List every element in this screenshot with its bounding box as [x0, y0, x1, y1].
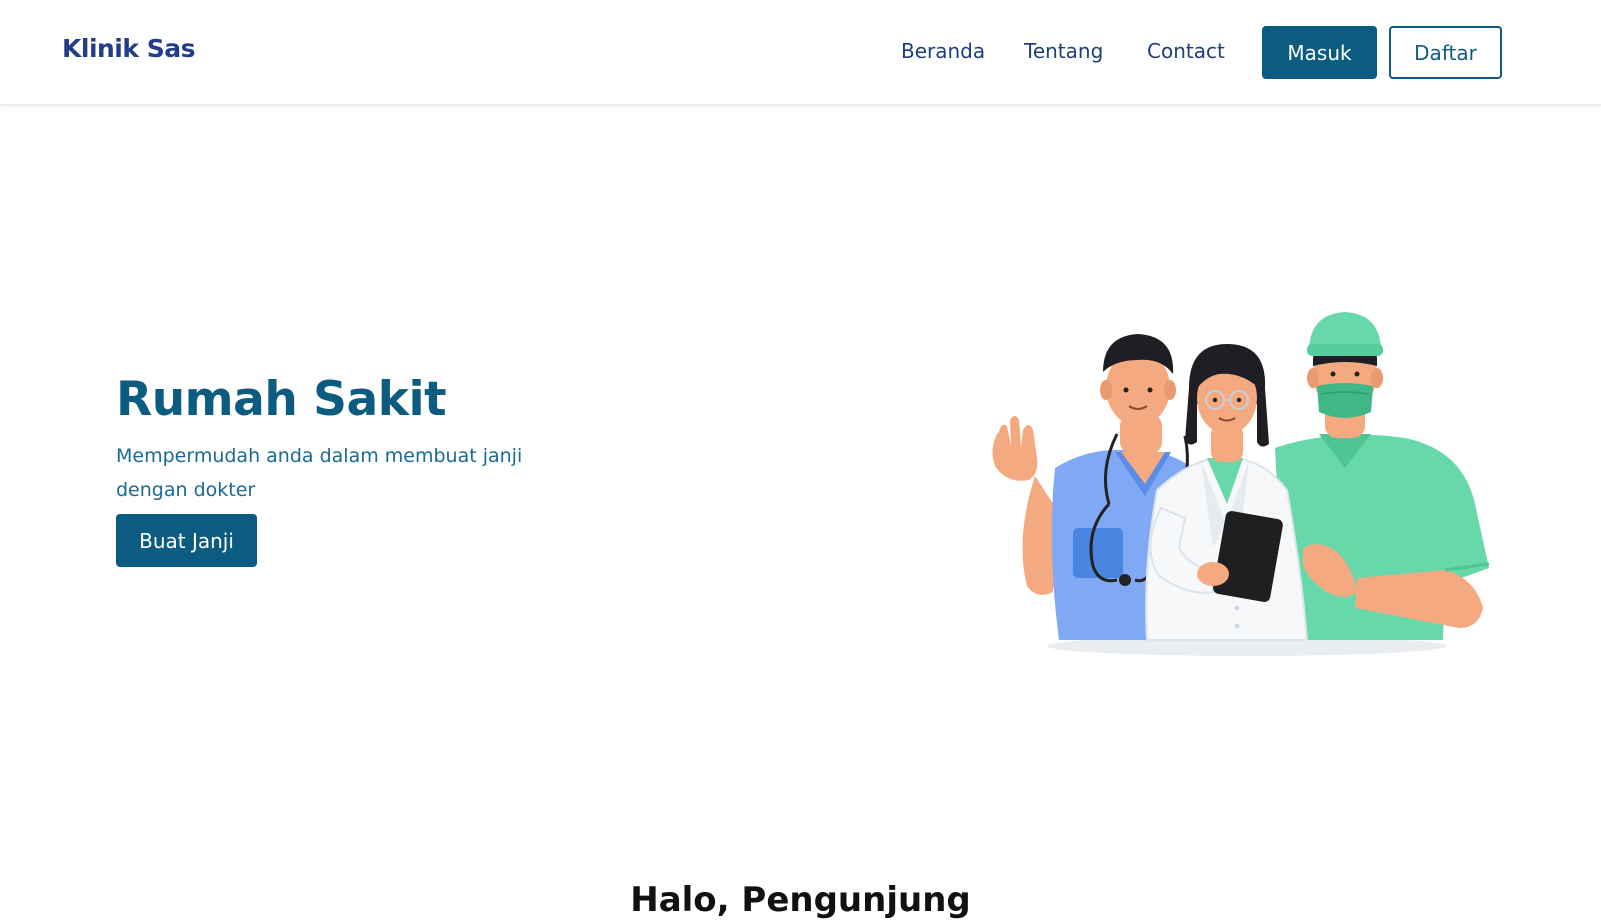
register-button[interactable]: Daftar — [1389, 26, 1502, 79]
brand-logo[interactable]: Klinik Sas — [62, 34, 195, 63]
login-button[interactable]: Masuk — [1262, 26, 1377, 79]
nav-link-tentang[interactable]: Tentang — [1024, 39, 1103, 63]
hero-subtitle: Mempermudah anda dalam membuat janji den… — [116, 445, 523, 501]
navbar: Klinik Sas Beranda Tentang Contact Masuk… — [0, 0, 1601, 106]
doctor-green-scrubs — [1275, 312, 1490, 640]
nav-link-contact[interactable]: Contact — [1147, 39, 1225, 63]
nav-link-beranda[interactable]: Beranda — [901, 39, 985, 63]
make-appointment-button[interactable]: Buat Janji — [116, 514, 257, 567]
section-greeting: Halo, Pengunjung — [630, 880, 971, 920]
medical-staff-illustration — [992, 312, 1490, 656]
hero-title: Rumah Sakit — [116, 372, 447, 427]
